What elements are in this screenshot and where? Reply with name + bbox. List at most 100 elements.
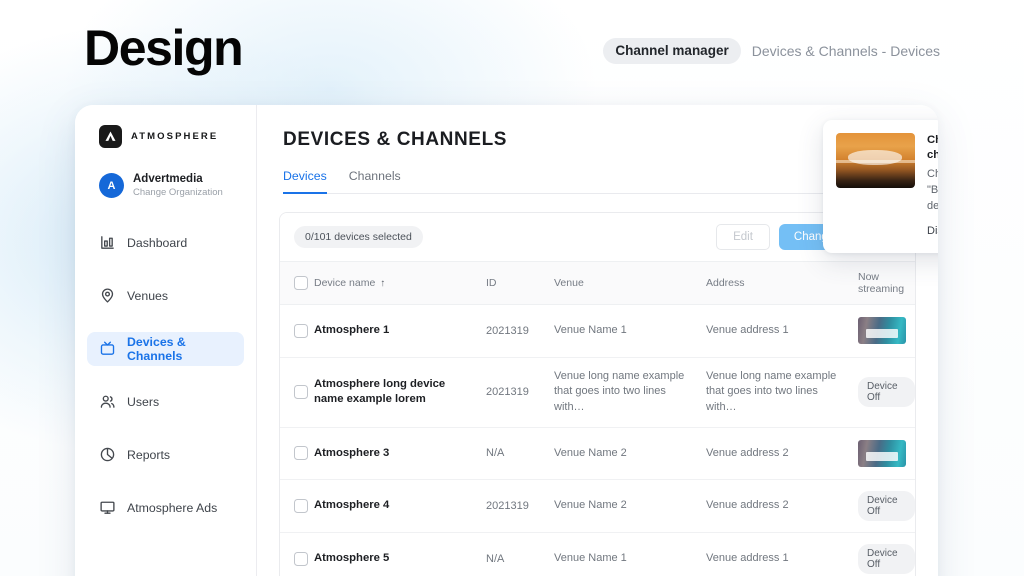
cell-device-name: Atmosphere 1: [314, 304, 486, 358]
cell-address: Venue address 1: [706, 532, 858, 576]
brand: ATMOSPHERE: [75, 121, 256, 148]
sidebar-item-label: Reports: [127, 447, 171, 462]
sidebar-item-dashboard[interactable]: Dashboard: [87, 226, 244, 260]
cell-now-streaming: Device Off: [858, 532, 915, 576]
tab-bar: Devices Channels: [283, 169, 912, 194]
cell-venue: Venue long name example that goes into t…: [554, 357, 706, 428]
toast-body: Channel successfully changed Channel suc…: [927, 133, 938, 239]
cell-id: N/A: [486, 427, 554, 481]
cell-address: Venue address 1: [706, 304, 858, 358]
table-row[interactable]: Atmosphere 1 2021319 Venue Name 1 Venue …: [280, 304, 915, 358]
status-badge: Device Off: [858, 544, 915, 575]
table-row[interactable]: Atmosphere long device name example lore…: [280, 357, 915, 428]
row-select-cell: [280, 479, 314, 534]
sidebar-item-reports[interactable]: Reports: [87, 438, 244, 472]
cell-address: Venue address 2: [706, 427, 858, 481]
table-row[interactable]: Atmosphere 5 N/A Venue Name 1 Venue addr…: [280, 532, 915, 576]
sidebar-item-label: Devices & Channels: [127, 334, 186, 363]
sidebar-item-venues[interactable]: Venues: [87, 279, 244, 313]
avatar: A: [99, 173, 124, 199]
app-window-card: ATMOSPHERE A Advertmedia Change Organiza…: [75, 105, 938, 576]
row-select-cell: [280, 304, 314, 358]
column-header-device-name[interactable]: Device name ↑: [314, 261, 486, 305]
devices-table: Device name ↑ ID Venue Address Now stream…: [280, 261, 915, 576]
table-header: Device name ↑ ID Venue Address Now stream…: [280, 261, 915, 305]
sidebar-item-label: Atmosphere Ads: [127, 500, 218, 515]
sidebar: ATMOSPHERE A Advertmedia Change Organiza…: [75, 105, 257, 576]
page-title: Design: [84, 20, 244, 76]
select-all-checkbox[interactable]: [294, 276, 308, 290]
sidebar-item-atmosphere-ads[interactable]: Atmosphere Ads: [87, 491, 244, 525]
bar-chart-icon: [99, 234, 116, 251]
top-navigation: Channel manager Devices & Channels - Dev…: [603, 38, 940, 64]
sidebar-item-label: Venues: [127, 288, 169, 303]
app-screenshot: Design Channel manager Devices & Channel…: [0, 0, 1024, 576]
column-header-now-streaming[interactable]: Now streaming: [858, 261, 915, 305]
chive-tv-thumbnail: [858, 439, 906, 467]
cell-now-streaming: Atmosphere Entartainment: [858, 427, 915, 481]
sidebar-item-users[interactable]: Users: [87, 385, 244, 419]
row-checkbox[interactable]: [294, 446, 308, 461]
row-select-cell: [280, 357, 314, 428]
section-title: DEVICES & CHANNELS: [283, 129, 508, 150]
cell-venue: Venue Name 2: [554, 479, 706, 534]
table-body: Atmosphere 1 2021319 Venue Name 1 Venue …: [280, 304, 915, 576]
organization-info: Advertmedia Change Organization: [133, 172, 223, 200]
status-badge: Device Off: [858, 491, 915, 522]
stream-label: Atmosphere Entartainment: [915, 439, 916, 469]
sidebar-item-label: Users: [127, 394, 160, 409]
cell-id: 2021319: [486, 479, 554, 534]
edit-button[interactable]: Edit: [716, 224, 770, 250]
row-select-cell: [280, 427, 314, 481]
change-organization-link[interactable]: Change Organization: [133, 187, 223, 199]
column-header-address[interactable]: Address: [706, 261, 858, 305]
row-checkbox[interactable]: [294, 552, 308, 567]
cell-now-streaming: Device Off: [858, 357, 915, 428]
cell-venue: Venue Name 2: [554, 427, 706, 481]
beach-bum-tv-thumbnail: [836, 133, 915, 188]
channel-manager-chip[interactable]: Channel manager: [603, 38, 741, 64]
users-icon: [99, 393, 116, 410]
column-header-id[interactable]: ID: [486, 261, 554, 305]
cell-id: 2021319: [486, 357, 554, 428]
cell-id: N/A: [486, 532, 554, 576]
cell-now-streaming: Device Off: [858, 479, 915, 534]
cell-device-name: Atmosphere long device name example lore…: [314, 357, 486, 428]
cell-venue: Venue Name 1: [554, 532, 706, 576]
toast-message: Channel successfully changed to "Beach B…: [927, 168, 938, 213]
table-row[interactable]: Atmosphere 3 N/A Venue Name 2 Venue addr…: [280, 427, 915, 481]
sidebar-nav: Dashboard Venues Devices & Channels User…: [75, 222, 256, 525]
devices-panel: 0/101 devices selected Edit Change Chann…: [279, 212, 916, 576]
toast-title: Channel successfully changed: [927, 134, 938, 161]
atmosphere-logo-icon: [99, 125, 122, 148]
sort-ascending-arrow-icon: ↑: [380, 278, 386, 289]
row-checkbox[interactable]: [294, 385, 308, 400]
status-badge: Device Off: [858, 377, 915, 408]
tab-devices[interactable]: Devices: [283, 169, 327, 194]
brand-wordmark: ATMOSPHERE: [131, 131, 219, 142]
stream-info: Atmosphere Entartainment: [858, 316, 915, 346]
row-checkbox[interactable]: [294, 499, 308, 514]
stream-info: Atmosphere Entartainment: [858, 439, 915, 469]
monitor-icon: [99, 499, 116, 516]
tv-icon: [99, 340, 116, 357]
sidebar-item-label: Dashboard: [127, 235, 188, 250]
breadcrumb: Devices & Channels - Devices: [751, 43, 940, 59]
cell-device-name: Atmosphere 5: [314, 532, 486, 576]
panel-toolbar: 0/101 devices selected Edit Change Chann…: [280, 213, 915, 261]
table-row[interactable]: Atmosphere 4 2021319 Venue Name 2 Venue …: [280, 479, 915, 534]
main-content: DEVICES & CHANNELS Devices Channels 0/10…: [257, 105, 938, 576]
dismiss-button[interactable]: Dismiss: [927, 225, 938, 237]
column-header-venue[interactable]: Venue: [554, 261, 706, 305]
row-checkbox[interactable]: [294, 323, 308, 338]
tab-channels[interactable]: Channels: [349, 169, 401, 194]
cell-device-name: Atmosphere 3: [314, 427, 486, 481]
map-pin-icon: [99, 287, 116, 304]
selection-count-badge: 0/101 devices selected: [294, 226, 423, 248]
organization-switcher[interactable]: A Advertmedia Change Organization: [75, 148, 256, 200]
cell-id: 2021319: [486, 304, 554, 358]
cell-device-name: Atmosphere 4: [314, 479, 486, 534]
toast-notification: Channel successfully changed Channel suc…: [823, 120, 938, 254]
row-select-cell: [280, 532, 314, 576]
sidebar-item-devices-and-channels[interactable]: Devices & Channels: [87, 331, 244, 366]
